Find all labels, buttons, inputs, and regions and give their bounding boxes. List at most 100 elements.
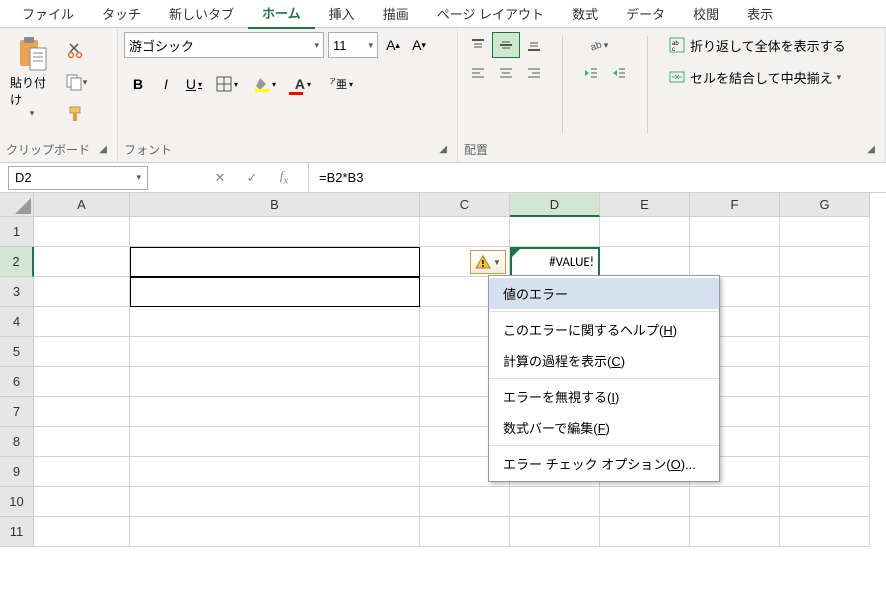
grow-font-button[interactable]: A▴ xyxy=(382,32,404,58)
tab-file[interactable]: ファイル xyxy=(8,0,88,28)
cell-B7[interactable] xyxy=(130,397,420,427)
select-all-corner[interactable] xyxy=(0,193,34,217)
align-right-button[interactable] xyxy=(520,60,548,86)
cell-A5[interactable] xyxy=(34,337,130,367)
fill-color-button[interactable]: ▾ xyxy=(246,70,284,98)
row-header-2[interactable]: 2 xyxy=(0,247,34,277)
tab-touch[interactable]: タッチ xyxy=(88,0,155,28)
cell-B3[interactable] xyxy=(130,277,420,307)
col-header-C[interactable]: C xyxy=(420,193,510,217)
menu-show-steps[interactable]: 計算の過程を表示(C) xyxy=(489,345,719,376)
cell-A7[interactable] xyxy=(34,397,130,427)
cell-C10[interactable] xyxy=(420,487,510,517)
menu-ignore-error[interactable]: エラーを無視する(I) xyxy=(489,381,719,412)
tab-review[interactable]: 校閲 xyxy=(679,0,733,28)
formula-input[interactable]: =B2*B3 xyxy=(308,163,886,192)
col-header-F[interactable]: F xyxy=(690,193,780,217)
tab-page-layout[interactable]: ページ レイアウト xyxy=(423,0,558,28)
row-header-9[interactable]: 9 xyxy=(0,457,34,487)
cell-D1[interactable] xyxy=(510,217,600,247)
align-middle-button[interactable] xyxy=(492,32,520,58)
format-painter-button[interactable] xyxy=(64,102,88,126)
wrap-text-button[interactable]: abc折り返して全体を表示する xyxy=(662,32,852,58)
cell-B9[interactable] xyxy=(130,457,420,487)
shrink-font-button[interactable]: A▾ xyxy=(408,32,430,58)
row-header-10[interactable]: 10 xyxy=(0,487,34,517)
copy-button[interactable]: ▾ xyxy=(64,70,88,94)
cell-A11[interactable] xyxy=(34,517,130,547)
tab-view[interactable]: 表示 xyxy=(733,0,787,28)
orientation-button[interactable]: ab▾ xyxy=(577,32,619,58)
row-header-5[interactable]: 5 xyxy=(0,337,34,367)
cell-B8[interactable] xyxy=(130,427,420,457)
cell-G8[interactable] xyxy=(780,427,870,457)
cell-A10[interactable] xyxy=(34,487,130,517)
error-smart-tag[interactable]: ▼ xyxy=(470,250,506,274)
cell-B4[interactable] xyxy=(130,307,420,337)
col-header-A[interactable]: A xyxy=(34,193,130,217)
cell-E1[interactable] xyxy=(600,217,690,247)
tab-formulas[interactable]: 数式 xyxy=(558,0,612,28)
align-center-button[interactable] xyxy=(492,60,520,86)
font-launcher[interactable]: ◢ xyxy=(439,144,451,155)
row-header-8[interactable]: 8 xyxy=(0,427,34,457)
cancel-formula-button[interactable]: ✕ xyxy=(208,170,232,186)
clipboard-launcher[interactable]: ◢ xyxy=(99,144,111,155)
cell-G6[interactable] xyxy=(780,367,870,397)
cell-D11[interactable] xyxy=(510,517,600,547)
cell-G7[interactable] xyxy=(780,397,870,427)
col-header-G[interactable]: G xyxy=(780,193,870,217)
cell-B11[interactable] xyxy=(130,517,420,547)
cell-A9[interactable] xyxy=(34,457,130,487)
menu-error-options[interactable]: エラー チェック オプション(O)... xyxy=(489,448,719,479)
cell-F10[interactable] xyxy=(690,487,780,517)
align-top-button[interactable] xyxy=(464,32,492,58)
cell-D10[interactable] xyxy=(510,487,600,517)
cell-A3[interactable] xyxy=(34,277,130,307)
phonetic-button[interactable]: ア亜▾ xyxy=(322,70,360,98)
row-header-11[interactable]: 11 xyxy=(0,517,34,547)
cell-E2[interactable] xyxy=(600,247,690,277)
tab-newtab[interactable]: 新しいタブ xyxy=(155,0,248,28)
cell-E10[interactable] xyxy=(600,487,690,517)
cell-B1[interactable] xyxy=(130,217,420,247)
font-size-select[interactable]: 11▾ xyxy=(328,32,378,58)
insert-function-button[interactable]: fx xyxy=(272,168,296,187)
cell-G3[interactable] xyxy=(780,277,870,307)
cell-E11[interactable] xyxy=(600,517,690,547)
cell-C11[interactable] xyxy=(420,517,510,547)
cell-A6[interactable] xyxy=(34,367,130,397)
row-header-7[interactable]: 7 xyxy=(0,397,34,427)
cell-B5[interactable] xyxy=(130,337,420,367)
menu-edit-formula-bar[interactable]: 数式バーで編集(F) xyxy=(489,412,719,443)
col-header-B[interactable]: B xyxy=(130,193,420,217)
tab-data[interactable]: データ xyxy=(612,0,679,28)
cell-F1[interactable] xyxy=(690,217,780,247)
row-header-1[interactable]: 1 xyxy=(0,217,34,247)
decrease-indent-button[interactable] xyxy=(577,60,605,86)
cell-B2[interactable] xyxy=(130,247,420,277)
cell-G10[interactable] xyxy=(780,487,870,517)
cell-F11[interactable] xyxy=(690,517,780,547)
menu-help[interactable]: このエラーに関するヘルプ(H) xyxy=(489,314,719,345)
tab-insert[interactable]: 挿入 xyxy=(315,0,369,28)
col-header-E[interactable]: E xyxy=(600,193,690,217)
enter-formula-button[interactable]: ✓ xyxy=(240,170,264,186)
cut-button[interactable] xyxy=(64,38,88,62)
borders-button[interactable]: ▾ xyxy=(208,70,246,98)
underline-button[interactable]: U▾ xyxy=(180,70,208,98)
cell-B10[interactable] xyxy=(130,487,420,517)
tab-home[interactable]: ホーム xyxy=(248,0,315,29)
cell-B6[interactable] xyxy=(130,367,420,397)
col-header-D[interactable]: D xyxy=(510,193,600,217)
cell-D2[interactable]: #VALUE! xyxy=(510,247,600,277)
cell-G11[interactable] xyxy=(780,517,870,547)
alignment-launcher[interactable]: ◢ xyxy=(867,144,879,155)
tab-draw[interactable]: 描画 xyxy=(369,0,423,28)
row-header-3[interactable]: 3 xyxy=(0,277,34,307)
merge-center-button[interactable]: セルを結合して中央揃え▾ xyxy=(662,64,852,90)
increase-indent-button[interactable] xyxy=(605,60,633,86)
italic-button[interactable]: I xyxy=(152,70,180,98)
row-header-4[interactable]: 4 xyxy=(0,307,34,337)
cell-G4[interactable] xyxy=(780,307,870,337)
